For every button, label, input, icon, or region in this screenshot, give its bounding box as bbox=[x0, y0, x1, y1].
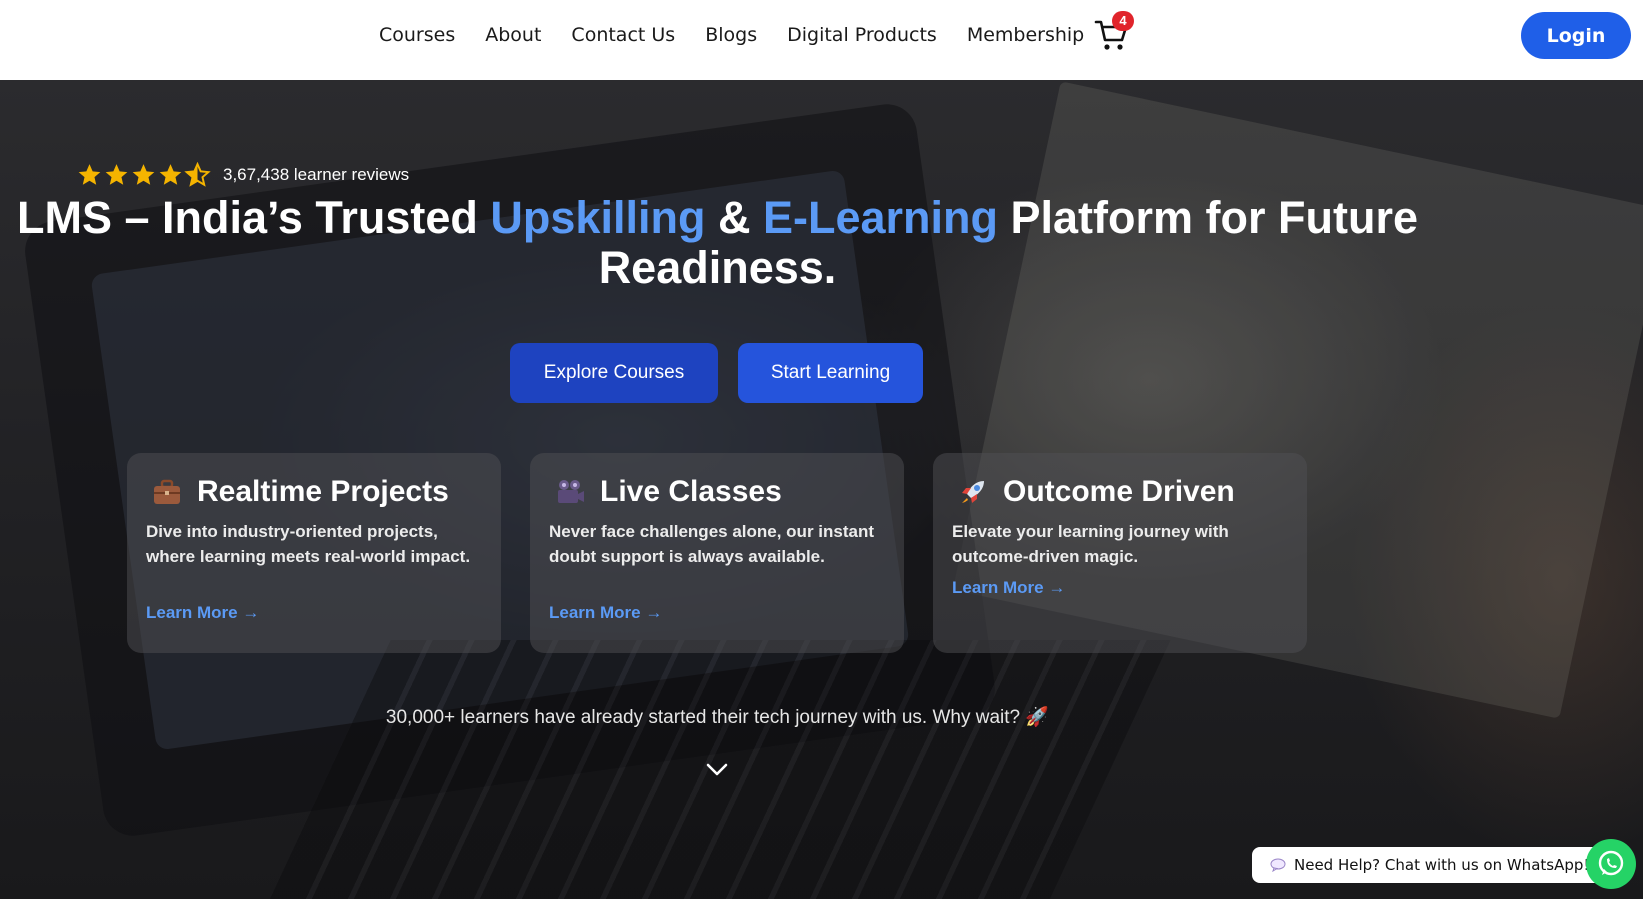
half-star-icon bbox=[184, 162, 211, 187]
learn-more-link[interactable]: Learn More → bbox=[952, 578, 1065, 598]
explore-courses-button[interactable]: Explore Courses bbox=[510, 343, 718, 403]
help-text: Need Help? Chat with us on WhatsApp! bbox=[1294, 856, 1590, 874]
top-navbar: Courses About Contact Us Blogs Digital P… bbox=[0, 0, 1643, 80]
star-icon bbox=[105, 164, 128, 185]
headline-accent-upskilling: Upskilling bbox=[490, 192, 706, 243]
card-title: Live Classes bbox=[600, 475, 782, 508]
learn-more-link[interactable]: Learn More → bbox=[146, 603, 259, 623]
card-description: Dive into industry-oriented projects, wh… bbox=[146, 522, 471, 566]
star-icon bbox=[159, 164, 182, 185]
hero-headline: LMS – India’s Trusted Upskilling & E-Lea… bbox=[0, 193, 1435, 293]
whatsapp-help-bubble[interactable]: Need Help? Chat with us on WhatsApp! bbox=[1252, 847, 1608, 883]
whatsapp-button[interactable] bbox=[1586, 839, 1636, 889]
cart-count-badge: 4 bbox=[1112, 11, 1134, 31]
chevron-down-icon[interactable] bbox=[706, 763, 728, 777]
headline-accent-elearning: E-Learning bbox=[762, 192, 998, 243]
hero-section: 3,67,438 learner reviews LMS – India’s T… bbox=[0, 80, 1643, 899]
nav-link-digital-products[interactable]: Digital Products bbox=[787, 24, 937, 46]
card-title-row: Outcome Driven bbox=[957, 475, 1235, 509]
briefcase-icon bbox=[154, 479, 180, 504]
headline-part1: LMS – India’s Trusted bbox=[16, 192, 491, 243]
feature-card-live-classes: Live Classes Never face challenges alone… bbox=[530, 453, 904, 653]
nav-link-blogs[interactable]: Blogs bbox=[705, 24, 757, 46]
whatsapp-icon bbox=[1598, 850, 1624, 876]
feature-card-outcome-driven: Outcome Driven Elevate your learning jou… bbox=[933, 453, 1307, 653]
card-description: Never face challenges alone, our instant… bbox=[549, 522, 875, 566]
nav-link-contact-us[interactable]: Contact Us bbox=[571, 24, 675, 46]
nav-link-membership[interactable]: Membership bbox=[967, 24, 1084, 46]
headline-part2: & bbox=[705, 192, 763, 243]
nav-link-about[interactable]: About bbox=[485, 24, 541, 46]
star-icon bbox=[132, 164, 155, 185]
card-title: Realtime Projects bbox=[197, 475, 449, 508]
star-icon bbox=[78, 164, 101, 185]
learn-more-link[interactable]: Learn More → bbox=[549, 603, 662, 623]
start-learning-button[interactable]: Start Learning bbox=[738, 343, 923, 403]
rocket-icon bbox=[962, 481, 984, 503]
login-button[interactable]: Login bbox=[1521, 12, 1631, 59]
rating-row: 3,67,438 learner reviews bbox=[76, 162, 409, 188]
card-description: Elevate your learning journey with outco… bbox=[952, 522, 1229, 566]
review-count: 3,67,438 learner reviews bbox=[223, 165, 410, 184]
card-title-row: Realtime Projects bbox=[151, 475, 449, 509]
feature-card-realtime-projects: Realtime Projects Dive into industry-ori… bbox=[127, 453, 501, 653]
card-title-row: Live Classes bbox=[554, 475, 782, 509]
card-title: Outcome Driven bbox=[1003, 475, 1235, 508]
nav-links: Courses About Contact Us Blogs Digital P… bbox=[379, 24, 1084, 46]
video-camera-icon bbox=[558, 480, 584, 503]
learners-tagline: 30,000+ learners have already started th… bbox=[385, 707, 1050, 728]
nav-link-courses[interactable]: Courses bbox=[379, 24, 455, 46]
chat-bubble-icon bbox=[1270, 858, 1286, 872]
